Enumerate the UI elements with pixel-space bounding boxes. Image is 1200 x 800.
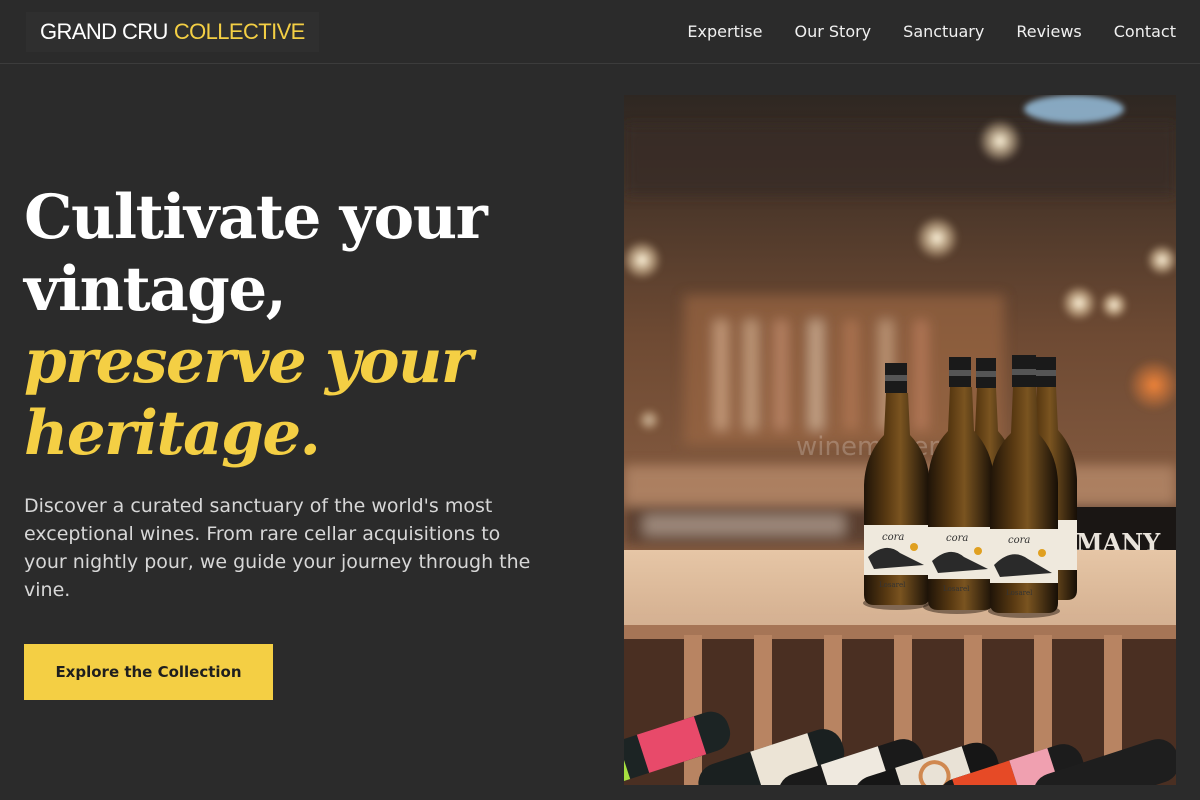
headline-accent-line-1: preserve your — [24, 326, 473, 397]
bottle-label-text: cora — [882, 532, 904, 543]
nav-link-reviews[interactable]: Reviews — [1016, 22, 1081, 41]
explore-collection-button[interactable]: Explore the Collection — [24, 644, 273, 700]
bottle-label-text: cora — [1008, 535, 1030, 546]
brand-logo[interactable]: GRAND CRU COLLECTIVE — [26, 12, 319, 52]
nav-link-sanctuary[interactable]: Sanctuary — [903, 22, 984, 41]
brand-name-accent: COLLECTIVE — [173, 19, 306, 44]
hero-description: Discover a curated sanctuary of the worl… — [24, 495, 531, 601]
nav-link-contact[interactable]: Contact — [1114, 22, 1176, 41]
wine-shelf-illustration: winemakers.site MANY — [624, 95, 1176, 785]
bottle-label-text: cora — [946, 533, 968, 544]
hero-headline: Cultivate your vintage, preserve your he… — [24, 182, 584, 470]
bottle-maker-text: Losarel — [1006, 589, 1033, 597]
headline-line-1: Cultivate your — [24, 182, 488, 253]
main-nav: Expertise Our Story Sanctuary Reviews Co… — [655, 0, 1176, 62]
bottle-maker-text: Losarel — [879, 581, 906, 589]
nav-link-expertise[interactable]: Expertise — [687, 22, 762, 41]
site-header: GRAND CRU COLLECTIVE Expertise Our Story… — [0, 0, 1200, 64]
headline-accent-line-2: heritage. — [24, 398, 321, 469]
brand-name-primary: GRAND CRU — [40, 19, 168, 44]
hero-wine-bottles-image: winemakers.site MANY — [624, 95, 1176, 785]
nav-link-our-story[interactable]: Our Story — [794, 22, 871, 41]
headline-line-2: vintage, — [24, 254, 287, 325]
bottle-maker-text: Losarel — [943, 585, 970, 593]
